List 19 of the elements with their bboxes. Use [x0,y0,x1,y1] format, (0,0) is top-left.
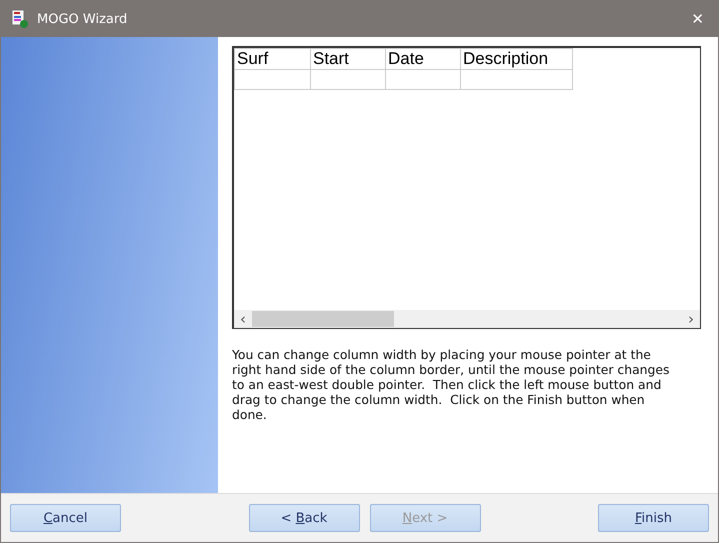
table-cell[interactable] [460,70,572,90]
column-header[interactable]: Date [386,48,460,70]
table-cell[interactable] [234,70,310,90]
horizontal-scrollbar[interactable]: ‹ › [234,310,700,328]
wizard-button[interactable]: < Back [248,504,360,532]
scroll-right-icon[interactable]: › [682,310,700,328]
window-title: MOGO Wizard [37,12,128,26]
wizard-button[interactable]: Cancel [10,504,121,532]
table-cell[interactable] [386,70,460,90]
wizard-button[interactable]: Finish [598,504,709,532]
close-icon[interactable]: ✕ [687,10,708,28]
table-cell[interactable] [310,70,386,90]
instructions-text: You can change column width by placing your mouse pointer at the right hand side of the column border, until the mouse pointer changes to an east-west double pointer. Then click the left mouse button and drag to change the column width. Click on the Finish button when done. [232,347,670,422]
scroll-left-icon[interactable]: ‹ [234,310,252,328]
column-header[interactable]: Description [460,48,572,70]
column-header[interactable]: Surf [234,48,310,70]
app-icon [11,9,29,29]
scroll-thumb[interactable] [252,311,394,327]
column-header[interactable]: Start [310,48,386,70]
